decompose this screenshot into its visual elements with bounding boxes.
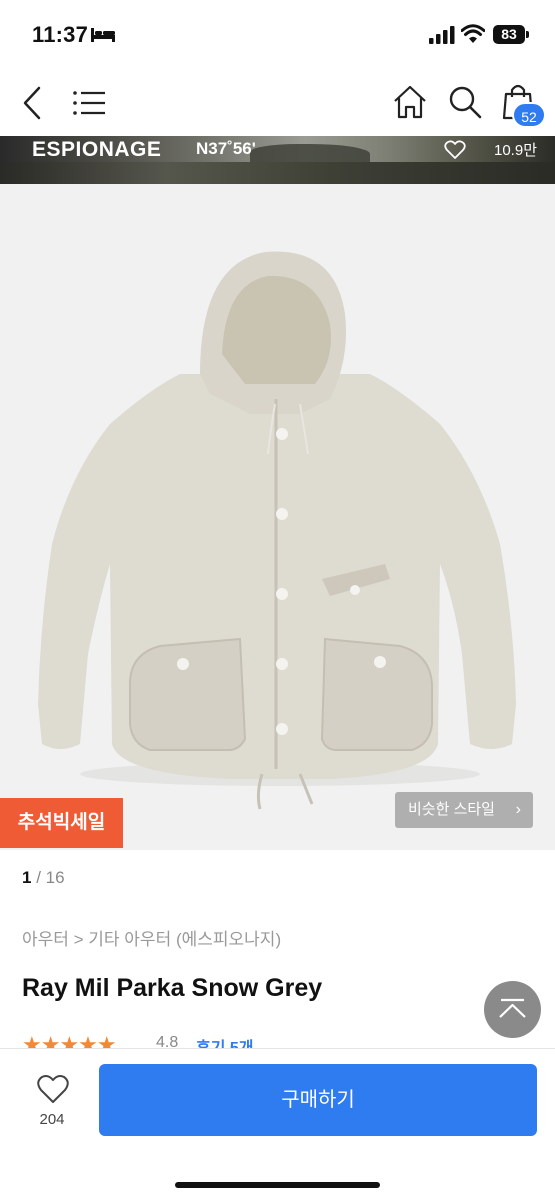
battery-tip <box>526 31 529 38</box>
wifi-icon <box>461 24 485 43</box>
category-breadcrumb[interactable]: 아우터 > 기타 아우터 (에스피오나지) <box>22 925 281 950</box>
menu-icon[interactable] <box>72 90 106 116</box>
product-image[interactable] <box>0 184 555 850</box>
home-indicator <box>175 1182 380 1188</box>
heart-icon[interactable] <box>36 1074 70 1104</box>
status-bar: 11:37 83 <box>0 0 555 70</box>
back-icon[interactable] <box>20 86 46 120</box>
cellular-signal-icon <box>429 26 455 44</box>
product-title: Ray Mil Parka Snow Grey <box>22 974 323 1002</box>
heart-icon[interactable] <box>444 140 466 160</box>
buy-button[interactable]: 구매하기 <box>99 1064 537 1136</box>
banner-background-trees <box>250 144 370 164</box>
parka-photo <box>38 251 516 810</box>
shop-subtitle: N37˚56' <box>196 139 256 158</box>
image-counter-separator: / <box>36 868 41 887</box>
chevron-right-icon: › <box>515 801 521 818</box>
image-counter-total: 16 <box>45 868 65 887</box>
shop-follower-count: 10.9만 <box>494 142 537 159</box>
top-nav-bar <box>0 70 555 136</box>
similar-style-button[interactable]: 비슷한 스타일 › <box>395 792 533 828</box>
image-counter-current: 1 <box>22 868 32 887</box>
like-count: 204 <box>39 1111 65 1128</box>
scroll-top-icon <box>499 998 526 1018</box>
battery-level: 83 <box>493 25 525 44</box>
similar-style-label: 비슷한 스타일 <box>408 801 495 818</box>
scroll-top-button[interactable] <box>484 981 541 1038</box>
bed-icon <box>91 28 115 42</box>
image-counter: 1 / 16 <box>22 868 65 888</box>
cart-count-badge: 52 <box>512 102 546 128</box>
shop-name[interactable]: ESPIONAGE <box>32 138 161 162</box>
search-icon[interactable] <box>447 84 483 120</box>
home-icon[interactable] <box>392 84 428 120</box>
status-time: 11:37 <box>32 22 89 47</box>
banner-background-field <box>0 162 555 184</box>
sale-tag: 추석빅세일 <box>0 798 123 848</box>
